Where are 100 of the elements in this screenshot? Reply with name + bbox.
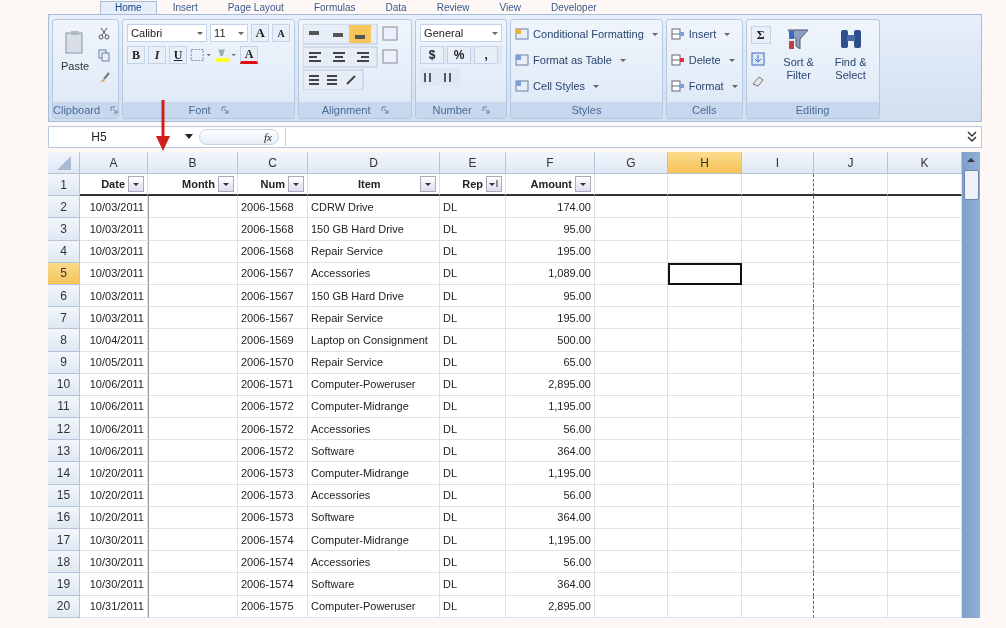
font-size-dropdown[interactable]: 11	[210, 24, 249, 42]
row-header[interactable]: 10	[48, 373, 80, 396]
filter-button[interactable]	[575, 176, 591, 193]
table-cell: 2006-1568	[241, 222, 294, 235]
font-name-dropdown[interactable]: Calibri	[127, 24, 208, 42]
ribbon-group-label: Alignment	[321, 104, 371, 116]
dialog-launcher-icon[interactable]	[110, 106, 119, 114]
row-header[interactable]: 17	[48, 529, 80, 552]
ribbon-menu-button[interactable]: Format as Table	[515, 50, 658, 70]
sort-filter-button[interactable]	[486, 176, 502, 193]
ribbon-menu-button[interactable]: Conditional Formatting	[515, 24, 658, 44]
table-cell: 10/03/2011	[89, 222, 144, 235]
ribbon-tab[interactable]: Developer	[537, 2, 611, 14]
row-header[interactable]: 11	[48, 395, 80, 419]
ribbon-tab[interactable]: View	[485, 2, 535, 14]
row-header[interactable]: 15	[48, 484, 80, 507]
table-cell: 2006-1571	[241, 378, 294, 391]
ribbon-tab[interactable]: Insert	[158, 2, 212, 14]
column-header[interactable]: D	[308, 152, 440, 174]
sort-filter-button[interactable]: Sort & Filter	[774, 24, 823, 102]
ribbon-tab[interactable]: Page Layout	[213, 2, 298, 14]
table-cell: 500.00	[557, 333, 591, 346]
column-header[interactable]: H	[668, 152, 742, 174]
filter-button[interactable]	[288, 176, 304, 193]
empty-cell	[742, 196, 814, 219]
ribbon-tab[interactable]: Formulas	[299, 2, 370, 14]
row-header[interactable]: 1	[48, 174, 80, 197]
row-header[interactable]: 8	[48, 329, 80, 352]
funnel-icon	[785, 26, 812, 52]
find-select-button[interactable]: Find & Select	[826, 24, 875, 102]
column-header[interactable]: K	[888, 152, 962, 174]
ribbon-tab[interactable]: Data	[371, 2, 421, 14]
column-header[interactable]: G	[595, 152, 668, 174]
font-color-button[interactable]: A	[240, 46, 259, 64]
number-format-button[interactable]: ,	[474, 46, 499, 64]
insert-function-button[interactable]: fx	[199, 129, 279, 145]
table-header-cell: Month	[182, 178, 215, 191]
bold-button[interactable]: B	[127, 46, 146, 64]
filter-button[interactable]	[218, 176, 234, 193]
table-cell: 10/03/2011	[89, 289, 144, 302]
column-header[interactable]: C	[238, 152, 308, 174]
row-header[interactable]: 3	[48, 218, 80, 241]
table-cell: 2006-1574	[241, 533, 294, 546]
expand-chevron-icon[interactable]	[967, 131, 977, 143]
row-header[interactable]: 16	[48, 506, 80, 529]
row-header[interactable]: 2	[48, 196, 80, 219]
format-cells-icon	[670, 79, 685, 93]
paste-button[interactable]: Paste	[57, 24, 94, 78]
scroll-up-icon	[966, 156, 976, 164]
grow-font-button[interactable]: A	[251, 24, 270, 42]
column-header[interactable]: B	[148, 152, 238, 174]
row-header[interactable]: 20	[48, 595, 80, 618]
vertical-scrollbar[interactable]	[962, 152, 980, 618]
dropdown-arrow-icon[interactable]	[185, 134, 193, 140]
row-header[interactable]: 4	[48, 240, 80, 263]
number-format-button[interactable]: %	[447, 46, 472, 64]
empty-cell	[742, 440, 814, 463]
shrink-font-button[interactable]: A	[272, 24, 291, 42]
ribbon-tab[interactable]: Review	[422, 2, 484, 14]
filter-button[interactable]	[128, 176, 144, 193]
dialog-launcher-icon[interactable]	[481, 106, 490, 114]
column-header[interactable]: E	[440, 152, 506, 174]
table-header-cell: Date	[101, 178, 125, 191]
scroll-thumb[interactable]	[963, 170, 979, 200]
ribbon-menu-button[interactable]: Delete	[670, 50, 738, 70]
active-cell[interactable]	[668, 262, 742, 285]
column-header[interactable]: F	[506, 152, 595, 174]
name-box[interactable]: H5	[49, 130, 149, 144]
ribbon-menu-button[interactable]: Insert	[670, 24, 738, 44]
dialog-launcher-icon[interactable]	[380, 106, 389, 114]
number-format-dropdown[interactable]: General	[420, 24, 503, 42]
autosum-button[interactable]: Σ	[750, 26, 771, 44]
ribbon-menu-button[interactable]: Format	[670, 76, 738, 96]
row-header[interactable]: 5	[48, 262, 80, 285]
ribbon-group-label: Editing	[795, 104, 830, 116]
column-header[interactable]: A	[80, 152, 148, 174]
table-cell: DL	[443, 356, 458, 369]
row-header[interactable]: 19	[48, 573, 80, 596]
row-header[interactable]: 14	[48, 462, 80, 485]
table-cell: 2006-1570	[241, 356, 294, 369]
table-cell: 10/06/2011	[89, 400, 144, 413]
number-format-button[interactable]: $	[420, 46, 445, 64]
column-header[interactable]: J	[814, 152, 888, 174]
underline-button[interactable]: U	[169, 46, 188, 64]
column-header[interactable]: I	[742, 152, 814, 174]
table-cell: 2,895.00	[548, 600, 591, 613]
ribbon-menu-button[interactable]: Cell Styles	[515, 76, 658, 96]
dialog-launcher-icon[interactable]	[220, 106, 229, 114]
table-cell: 2006-1574	[241, 577, 294, 590]
italic-button[interactable]: I	[148, 46, 167, 64]
row-header[interactable]: 13	[48, 440, 80, 463]
ribbon-tab[interactable]: Home	[100, 1, 157, 14]
row-header[interactable]: 6	[48, 284, 80, 308]
row-header[interactable]: 12	[48, 418, 80, 441]
row-header[interactable]: 7	[48, 307, 80, 330]
empty-cell	[742, 284, 814, 308]
empty-cell	[742, 307, 814, 330]
row-header[interactable]: 9	[48, 351, 80, 374]
filter-button[interactable]	[420, 176, 436, 193]
row-header[interactable]: 18	[48, 551, 80, 574]
